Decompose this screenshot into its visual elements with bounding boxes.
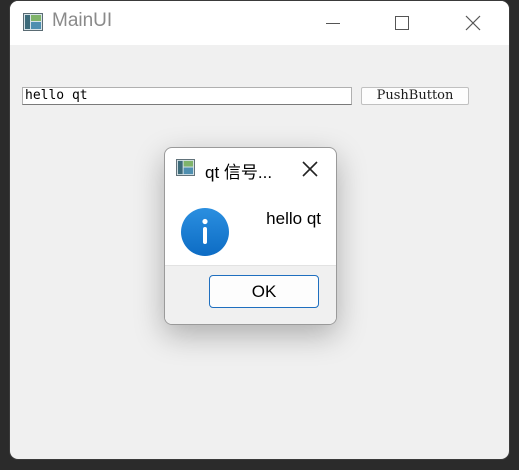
push-button[interactable]: PushButton xyxy=(361,87,469,105)
minimize-icon xyxy=(326,23,340,24)
window-title: MainUI xyxy=(52,10,113,31)
minimize-button[interactable] xyxy=(310,1,356,45)
dialog-button-bar: OK xyxy=(165,265,336,324)
dialog-close-button[interactable] xyxy=(296,156,324,182)
maximize-button[interactable] xyxy=(379,1,425,45)
information-icon xyxy=(181,208,229,256)
dialog-message: hello qt xyxy=(266,209,321,228)
qt-app-icon xyxy=(176,159,195,176)
ok-button[interactable]: OK xyxy=(209,275,319,308)
text-input[interactable]: hello qt xyxy=(22,87,352,105)
close-icon xyxy=(302,161,318,177)
title-bar[interactable]: MainUI xyxy=(10,1,509,45)
dialog-title: qt 信号... xyxy=(205,163,273,182)
close-icon xyxy=(465,15,481,31)
qt-app-icon xyxy=(23,13,43,31)
maximize-icon xyxy=(395,16,409,30)
message-dialog: qt 信号... hello qt OK xyxy=(164,147,337,325)
close-button[interactable] xyxy=(450,1,496,45)
